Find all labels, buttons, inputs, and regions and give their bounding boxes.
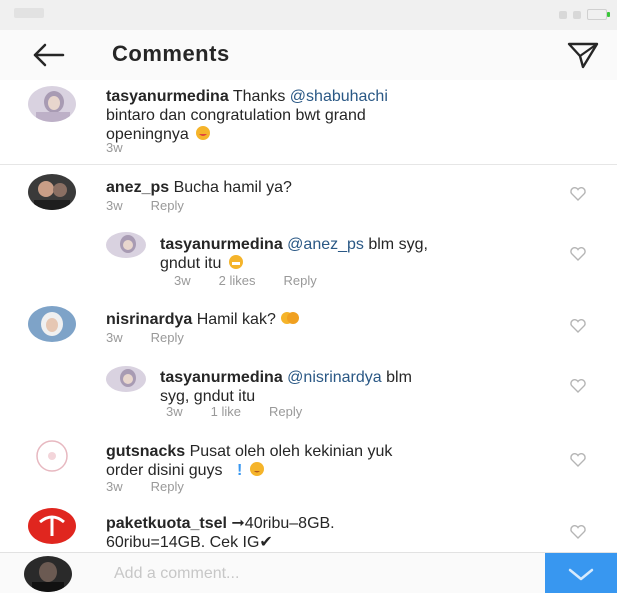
comment-input[interactable]: [112, 561, 536, 587]
battery-icon: [587, 9, 610, 20]
comment-text: gutsnacks Pusat oleh oleh kekinian yuk o…: [106, 443, 393, 479]
heart-icon[interactable]: [569, 452, 587, 468]
wink-emoji-icon: [249, 462, 264, 476]
avatar[interactable]: [28, 508, 76, 544]
heart-icon[interactable]: [569, 378, 587, 394]
arrow-left-icon[interactable]: [32, 42, 66, 68]
caption-text: tasyanurmedina Thanks @shabuhachi bintar…: [106, 88, 388, 143]
heart-icon[interactable]: [569, 524, 587, 540]
avatar[interactable]: [28, 86, 76, 122]
post-caption: tasyanurmedina Thanks @shabuhachi bintar…: [0, 80, 617, 165]
status-bar: [0, 0, 617, 30]
wifi-icon: [573, 10, 581, 19]
reply-mention[interactable]: @nisrinardya: [287, 369, 382, 386]
comment-timestamp: 3w: [106, 330, 123, 345]
checkmark-icon: [568, 568, 594, 581]
comment-username[interactable]: gutsnacks: [106, 443, 185, 460]
comment-text: paketkuota_tsel ➞40ribu–8GB. 60ribu=14GB…: [106, 515, 335, 551]
reply-button[interactable]: Reply: [151, 479, 184, 494]
heart-icon[interactable]: [569, 186, 587, 202]
heart-icon[interactable]: [569, 318, 587, 334]
avatar[interactable]: [28, 174, 76, 210]
comment-text: nisrinardya Hamil kak?: [106, 310, 526, 329]
avatar: [24, 556, 72, 592]
reply-meta: 3w 1 like Reply: [166, 404, 302, 419]
page-title: Comments: [112, 41, 230, 66]
comment-timestamp: 3w: [106, 479, 123, 494]
reply-username[interactable]: tasyanurmedina: [160, 236, 283, 253]
caption-username[interactable]: tasyanurmedina: [106, 88, 229, 105]
likes-count[interactable]: 1 like: [211, 404, 241, 419]
comment-username[interactable]: anez_ps: [106, 179, 169, 196]
reply-mention[interactable]: @anez_ps: [287, 236, 364, 253]
paper-plane-icon[interactable]: [567, 40, 599, 70]
reply-text: tasyanurmedina @anez_ps blm syg, gndut i…: [160, 236, 428, 272]
comment-username[interactable]: nisrinardya: [106, 311, 192, 328]
exclamation-icon: !: [236, 462, 243, 479]
reply-text: tasyanurmedina @nisrinardya blm syg, gnd…: [160, 369, 412, 405]
reply-username[interactable]: tasyanurmedina: [160, 369, 283, 386]
app-bar: Comments: [0, 30, 617, 81]
likes-count[interactable]: 2 likes: [219, 273, 256, 288]
avatar[interactable]: [28, 306, 76, 342]
laughing-emoji-icon: [281, 312, 300, 324]
comment-text: anez_ps Bucha hamil ya?: [106, 179, 292, 196]
caption-timestamp: 3w: [106, 140, 123, 155]
comment-meta: 3w Reply: [106, 330, 184, 345]
kiss-emoji-icon: [196, 126, 211, 140]
post-comment-button[interactable]: [545, 553, 617, 593]
avatar[interactable]: [28, 438, 76, 474]
avatar[interactable]: [106, 232, 146, 258]
reply-timestamp: 3w: [174, 273, 191, 288]
caption-mention[interactable]: @shabuhachi: [290, 88, 388, 105]
reply-button[interactable]: Reply: [151, 330, 184, 345]
comment-meta: 3w Reply: [106, 198, 184, 213]
signal-icon: [559, 10, 567, 19]
status-time-placeholder: [14, 8, 44, 18]
heart-icon[interactable]: [569, 246, 587, 262]
comment-composer: [0, 552, 617, 593]
comment-meta: 3w Reply: [106, 479, 184, 494]
avatar[interactable]: [106, 366, 146, 392]
comment-timestamp: 3w: [106, 198, 123, 213]
caption-meta: 3w: [106, 140, 123, 155]
comment-username[interactable]: paketkuota_tsel: [106, 515, 227, 532]
status-icons: [559, 9, 610, 20]
reply-button[interactable]: Reply: [269, 404, 302, 419]
reply-timestamp: 3w: [166, 404, 183, 419]
reply-button[interactable]: Reply: [151, 198, 184, 213]
reply-meta: 3w 2 likes Reply: [174, 273, 317, 288]
reply-button[interactable]: Reply: [283, 273, 316, 288]
grin-emoji-icon: [228, 255, 243, 269]
